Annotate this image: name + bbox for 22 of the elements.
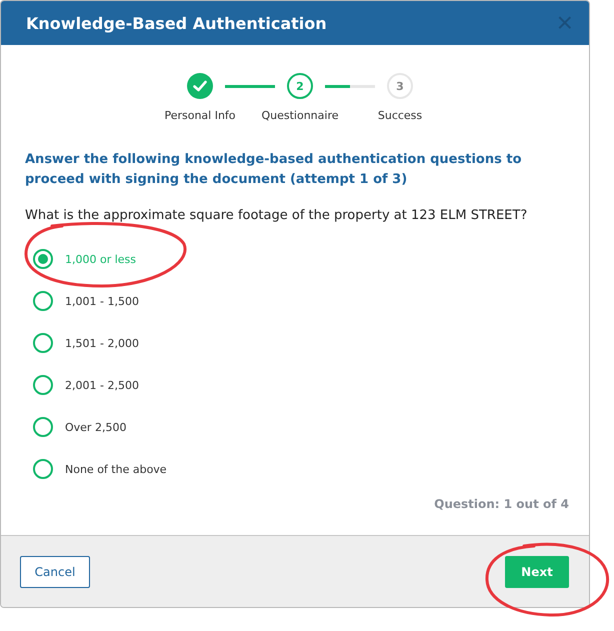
option-label[interactable]: 1,501 - 2,000 (65, 336, 139, 350)
option-label[interactable]: Over 2,500 (65, 420, 126, 434)
step-label: Personal Info (164, 109, 236, 122)
option-label[interactable]: 2,001 - 2,500 (65, 378, 139, 392)
step-indicator: 2 (287, 73, 313, 99)
question-counter: Question: 1 out of 4 (433, 497, 569, 511)
step-label: Success (378, 109, 422, 122)
step-indicator: 3 (387, 73, 413, 99)
check-icon (193, 80, 207, 92)
question-text: What is the approximate square footage of the property at 123 ELM STREET? (25, 208, 528, 223)
radio-button[interactable] (33, 459, 53, 479)
option-label[interactable]: None of the above (65, 462, 167, 476)
step-label: Questionnaire (261, 109, 339, 122)
dialog-title: Knowledge-Based Authentication (26, 14, 327, 32)
instructions-text: Answer the following knowledge-based authentication questions to proceed with signing the document (attempt 1 of 3) (25, 151, 522, 189)
radio-button[interactable] (33, 291, 53, 311)
radio-button[interactable] (33, 333, 53, 353)
option-label[interactable]: 1,001 - 1,500 (65, 294, 139, 308)
radio-button[interactable] (33, 375, 53, 395)
radio-button[interactable] (33, 417, 53, 437)
radio-button[interactable] (33, 249, 53, 269)
cancel-button[interactable]: Cancel (20, 556, 90, 588)
